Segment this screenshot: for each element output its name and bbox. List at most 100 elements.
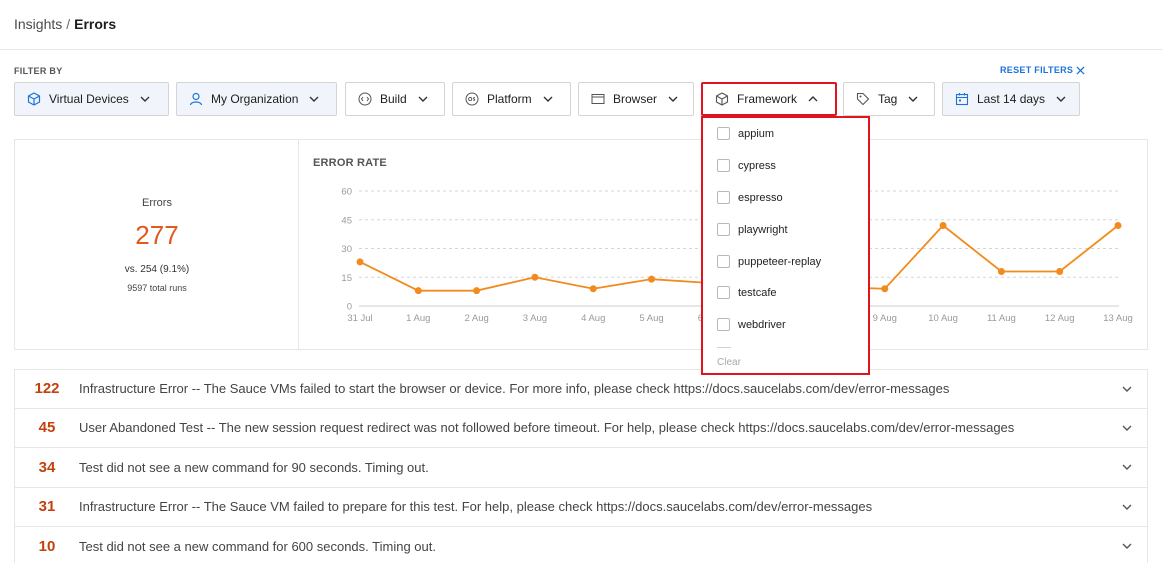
filter-by-label: FILTER BY: [14, 66, 63, 76]
y-tick-label: 30: [341, 244, 352, 255]
chevron-down-icon[interactable]: [1121, 461, 1133, 473]
chevron-down-icon: [309, 96, 319, 102]
filter-browser[interactable]: Browser: [578, 82, 694, 116]
x-tick-label: 2 Aug: [464, 313, 488, 324]
framework-option-espresso[interactable]: espresso: [717, 191, 783, 204]
build-icon: [358, 92, 372, 106]
error-message: Test did not see a new command for 90 se…: [79, 459, 429, 475]
chevron-down-icon: [543, 96, 553, 102]
data-point: [881, 285, 889, 293]
dropdown-divider: [717, 347, 731, 348]
framework-option-testcafe[interactable]: testcafe: [717, 286, 777, 299]
checkbox[interactable]: [717, 318, 730, 331]
chevron-down-icon: [668, 96, 678, 102]
cube-icon: [27, 92, 41, 106]
reset-filters-button[interactable]: RESET FILTERS: [1000, 65, 1085, 75]
chevron-down-icon[interactable]: [1121, 383, 1133, 395]
framework-option-appium[interactable]: appium: [717, 127, 774, 140]
header-divider: [0, 49, 1162, 50]
package-icon: [715, 92, 729, 106]
error-message: Test did not see a new command for 600 s…: [79, 538, 436, 554]
filter-framework[interactable]: Framework: [701, 82, 837, 116]
error-row[interactable]: 10 Test did not see a new command for 60…: [14, 527, 1148, 563]
data-point: [997, 268, 1005, 275]
filter-label: Framework: [737, 92, 798, 106]
breadcrumb-insights-link[interactable]: Insights: [14, 16, 62, 32]
option-label: playwright: [738, 223, 788, 236]
error-count: 34: [38, 458, 56, 476]
data-point: [589, 285, 597, 293]
chevron-down-icon[interactable]: [1121, 422, 1133, 434]
data-point: [414, 287, 422, 295]
errors-list: 122 Infrastructure Error -- The Sauce VM…: [14, 369, 1148, 563]
error-row[interactable]: 45 User Abandoned Test -- The new sessio…: [14, 408, 1148, 448]
chevron-down-icon[interactable]: [1121, 540, 1133, 552]
browser-window-icon: [591, 92, 605, 106]
filter-organization[interactable]: My Organization: [176, 82, 337, 116]
chevron-down-icon: [140, 96, 150, 102]
filter-label: Browser: [613, 92, 658, 106]
data-point: [531, 273, 539, 281]
user-icon: [189, 92, 203, 106]
checkbox[interactable]: [717, 286, 730, 299]
errors-count: 277: [135, 220, 179, 250]
chevron-up-icon: [808, 96, 818, 102]
error-row[interactable]: 122 Infrastructure Error -- The Sauce VM…: [14, 369, 1148, 409]
errors-summary-panel: Errors 277 vs. 254 (9.1%) 9597 total run…: [14, 139, 299, 350]
filter-platform[interactable]: Platform: [452, 82, 571, 116]
checkbox[interactable]: [717, 127, 730, 140]
option-label: espresso: [738, 191, 783, 204]
option-label: testcafe: [738, 286, 777, 299]
framework-option-puppeteer-replay[interactable]: puppeteer-replay: [717, 255, 821, 268]
y-tick-label: 60: [341, 187, 352, 198]
close-icon: [1076, 65, 1085, 75]
reset-filters-label: RESET FILTERS: [1000, 65, 1074, 75]
checkbox[interactable]: [717, 255, 730, 268]
error-row[interactable]: 34 Test did not see a new command for 90…: [14, 448, 1148, 488]
filter-tag[interactable]: Tag: [843, 82, 935, 116]
data-point: [356, 258, 364, 266]
chevron-down-icon[interactable]: [1121, 501, 1133, 513]
filter-label: Virtual Devices: [49, 92, 129, 106]
checkbox[interactable]: [717, 223, 730, 236]
errors-comparison: vs. 254 (9.1%): [124, 264, 190, 275]
x-tick-label: 3 Aug: [523, 313, 547, 324]
clear-button[interactable]: Clear: [717, 357, 741, 368]
filter-label: My Organization: [211, 92, 299, 106]
os-icon: [465, 92, 479, 106]
error-row[interactable]: 31 Infrastructure Error -- The Sauce VM …: [14, 487, 1148, 527]
filter-label: Build: [380, 92, 407, 106]
filter-label: Platform: [487, 92, 532, 106]
filter-build[interactable]: Build: [345, 82, 445, 116]
total-runs: 9597 total runs: [127, 283, 187, 293]
error-message: Infrastructure Error -- The Sauce VM fai…: [79, 499, 873, 515]
error-count: 122: [34, 380, 60, 398]
x-tick-label: 31 Jul: [347, 313, 372, 324]
y-tick-label: 45: [341, 215, 352, 226]
breadcrumb: Insights / Errors: [14, 16, 116, 32]
filter-date-range[interactable]: Last 14 days: [942, 82, 1080, 116]
error-message: Infrastructure Error -- The Sauce VMs fa…: [79, 381, 950, 397]
filter-virtual-devices[interactable]: Virtual Devices: [14, 82, 169, 116]
option-label: webdriver: [738, 318, 786, 331]
y-tick-label: 0: [347, 302, 352, 313]
data-point: [1056, 268, 1064, 275]
checkbox[interactable]: [717, 191, 730, 204]
x-tick-label: 12 Aug: [1045, 313, 1075, 324]
framework-option-playwright[interactable]: playwright: [717, 223, 788, 236]
x-tick-label: 11 Aug: [987, 313, 1016, 324]
error-count: 45: [38, 419, 56, 437]
option-label: puppeteer-replay: [738, 255, 822, 268]
errors-label: Errors: [142, 197, 172, 209]
data-point: [648, 275, 656, 283]
framework-option-cypress[interactable]: cypress: [717, 159, 776, 172]
checkbox[interactable]: [717, 159, 730, 172]
framework-option-webdriver[interactable]: webdriver: [717, 318, 786, 331]
x-tick-label: 10 Aug: [928, 313, 958, 324]
x-tick-label: 1 Aug: [406, 313, 430, 324]
tag-icon: [856, 92, 870, 106]
framework-dropdown: appium cypress espresso playwright puppe…: [701, 116, 870, 375]
error-message: User Abandoned Test -- The new session r…: [79, 420, 1015, 436]
chevron-down-icon: [908, 96, 918, 102]
data-point: [939, 222, 947, 229]
